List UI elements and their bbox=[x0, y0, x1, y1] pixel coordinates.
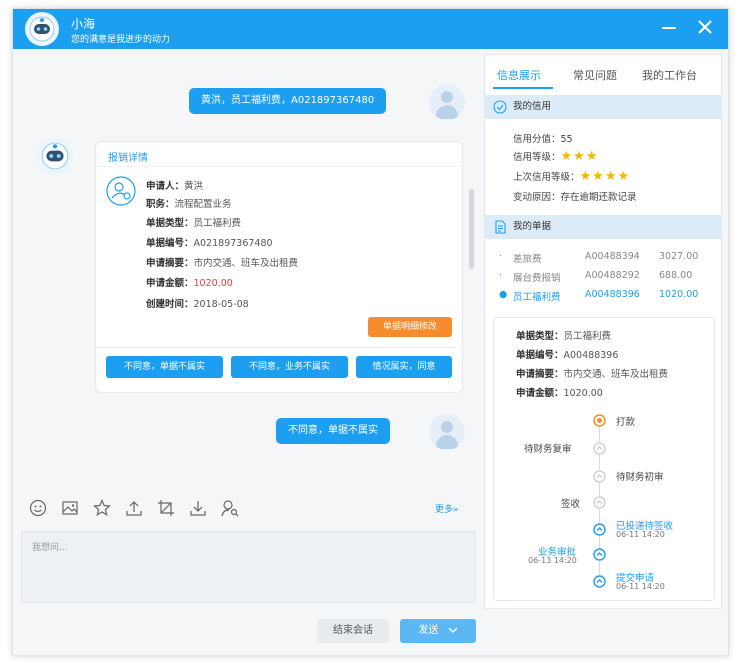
active-tab-indicator bbox=[493, 87, 553, 89]
emoji-icon[interactable] bbox=[29, 499, 47, 517]
created-time-row: 创建时间：2018-05-08 bbox=[146, 299, 249, 310]
timeline-step: 打款 bbox=[616, 417, 636, 428]
doc-type-row: 单据类型：员工福利费 bbox=[146, 218, 242, 229]
minimize-icon bbox=[662, 27, 676, 29]
input-toolbar: 更多» bbox=[21, 497, 476, 521]
image-icon[interactable] bbox=[61, 499, 79, 517]
reimbursement-card: 报销详情 申请人：黄洪 职务：流程配置业务 单据类型：员工福利费 单据编号：A0… bbox=[95, 141, 463, 393]
doc-list-item-selected[interactable]: ● 员工福利费 A00488396 1020.00 bbox=[499, 289, 719, 303]
more-link[interactable]: 更多» bbox=[435, 502, 459, 515]
document-icon bbox=[495, 220, 506, 234]
credit-level-stars: ★★★ bbox=[560, 149, 599, 164]
download-icon[interactable] bbox=[189, 499, 207, 517]
applicant-row: 申请人：黄洪 bbox=[146, 181, 204, 192]
timeline-step: 签收 bbox=[561, 499, 581, 510]
current-step-icon bbox=[593, 414, 606, 427]
credit-icon bbox=[493, 100, 507, 114]
credit-score: 信用分值：55 bbox=[513, 134, 573, 145]
pending-step-icon bbox=[593, 496, 606, 509]
bot-avatar bbox=[25, 12, 59, 46]
send-button[interactable]: 发送 bbox=[400, 619, 476, 643]
close-button[interactable] bbox=[693, 17, 717, 41]
close-icon bbox=[698, 20, 712, 34]
timeline-time: 06-13 14:20 bbox=[528, 556, 577, 565]
robot-icon bbox=[41, 142, 69, 170]
user-settings-icon bbox=[106, 176, 136, 206]
doc-list-item[interactable]: · 差旅费 A00488394 3027.00 bbox=[499, 251, 719, 265]
modify-details-button[interactable]: 单据明细修改 bbox=[368, 317, 452, 337]
star-icon[interactable] bbox=[93, 499, 111, 517]
docs-section-header: 我的单据 bbox=[485, 215, 721, 239]
title-bar: 小海 您的满意是我进步的动力 bbox=[13, 9, 728, 49]
approve-button[interactable]: 情况属实，同意 bbox=[356, 356, 452, 378]
send-label: 发送 bbox=[418, 625, 439, 636]
done-step-icon bbox=[593, 575, 606, 588]
tab-faq[interactable]: 常见问题 bbox=[573, 67, 617, 83]
user-message: 不同意，单据不属实 bbox=[276, 418, 390, 444]
timeline-step: 待财务初审 bbox=[616, 472, 664, 483]
timeline-time: 06-11 14:20 bbox=[616, 582, 665, 591]
docs-header-label: 我的单据 bbox=[513, 221, 552, 232]
minimize-button[interactable] bbox=[657, 17, 681, 41]
message-input[interactable]: 我想问... bbox=[21, 531, 476, 603]
last-credit-level: 上次信用等级：★★★★ bbox=[513, 169, 631, 184]
chevron-down-icon bbox=[448, 627, 458, 634]
summary-row: 申请摘要：市内交通、班车及出租费 bbox=[146, 258, 299, 269]
timeline-time: 06-11 14:20 bbox=[616, 530, 665, 539]
amount-row: 申请金额：1020.00 bbox=[146, 278, 233, 289]
bot-subtitle: 您的满意是我进步的动力 bbox=[71, 35, 171, 45]
user-message: 黄洪，员工福利费，A021897367480 bbox=[189, 88, 387, 114]
user-avatar bbox=[429, 84, 465, 120]
robot-icon bbox=[29, 16, 55, 42]
doc-list-item[interactable]: · 展台费报销 A00488292 688.00 bbox=[499, 270, 719, 284]
tab-workbench[interactable]: 我的工作台 bbox=[642, 67, 697, 83]
credit-section-header: 我的信用 bbox=[485, 95, 721, 119]
detail-amount: 申请金额：1020.00 bbox=[516, 388, 603, 399]
done-step-icon bbox=[593, 523, 606, 536]
crop-icon[interactable] bbox=[157, 499, 175, 517]
detail-summary: 申请摘要：市内交通、班车及出租费 bbox=[516, 369, 669, 380]
chat-area[interactable]: 黄洪，员工福利费，A021897367480 报销详情 申请人：黄洪 职务：流程… bbox=[21, 54, 476, 494]
card-title: 报销详情 bbox=[108, 153, 148, 164]
detail-type: 单据类型：员工福利费 bbox=[516, 331, 612, 342]
pending-step-icon bbox=[593, 470, 606, 483]
tab-info[interactable]: 信息展示 bbox=[497, 67, 541, 83]
credit-level: 信用等级：★★★ bbox=[513, 149, 599, 164]
change-reason: 变动原因：存在逾期还款记录 bbox=[513, 192, 637, 203]
position-row: 职务：流程配置业务 bbox=[146, 199, 232, 210]
info-panel: 信息展示 常见问题 我的工作台 我的信用 信用分值：55 信用等级：★★★ 上次… bbox=[484, 54, 722, 609]
chat-scrollbar[interactable] bbox=[469, 189, 474, 269]
doc-number-row: 单据编号：A021897367480 bbox=[146, 238, 273, 249]
timeline-step: 待财务复审 bbox=[524, 444, 572, 455]
detail-number: 单据编号：A00488396 bbox=[516, 350, 619, 361]
bot-name: 小海 bbox=[71, 17, 96, 31]
pending-step-icon bbox=[593, 442, 606, 455]
bot-avatar bbox=[37, 138, 73, 174]
user-avatar bbox=[429, 414, 465, 450]
chat-window: 小海 您的满意是我进步的动力 黄洪，员工福利费，A021897367480 报销… bbox=[12, 8, 729, 656]
credit-header-label: 我的信用 bbox=[513, 101, 552, 112]
upload-icon[interactable] bbox=[125, 499, 143, 517]
reject-business-button[interactable]: 不同意，业务不属实 bbox=[231, 356, 348, 378]
last-level-stars: ★★★★ bbox=[579, 169, 631, 184]
doc-detail-card: 单据类型：员工福利费 单据编号：A00488396 申请摘要：市内交通、班车及出… bbox=[493, 317, 715, 601]
end-session-button[interactable]: 结束会话 bbox=[317, 619, 389, 643]
user-search-icon[interactable] bbox=[221, 499, 239, 517]
reject-document-button[interactable]: 不同意，单据不属实 bbox=[106, 356, 223, 378]
done-step-icon bbox=[593, 548, 606, 561]
